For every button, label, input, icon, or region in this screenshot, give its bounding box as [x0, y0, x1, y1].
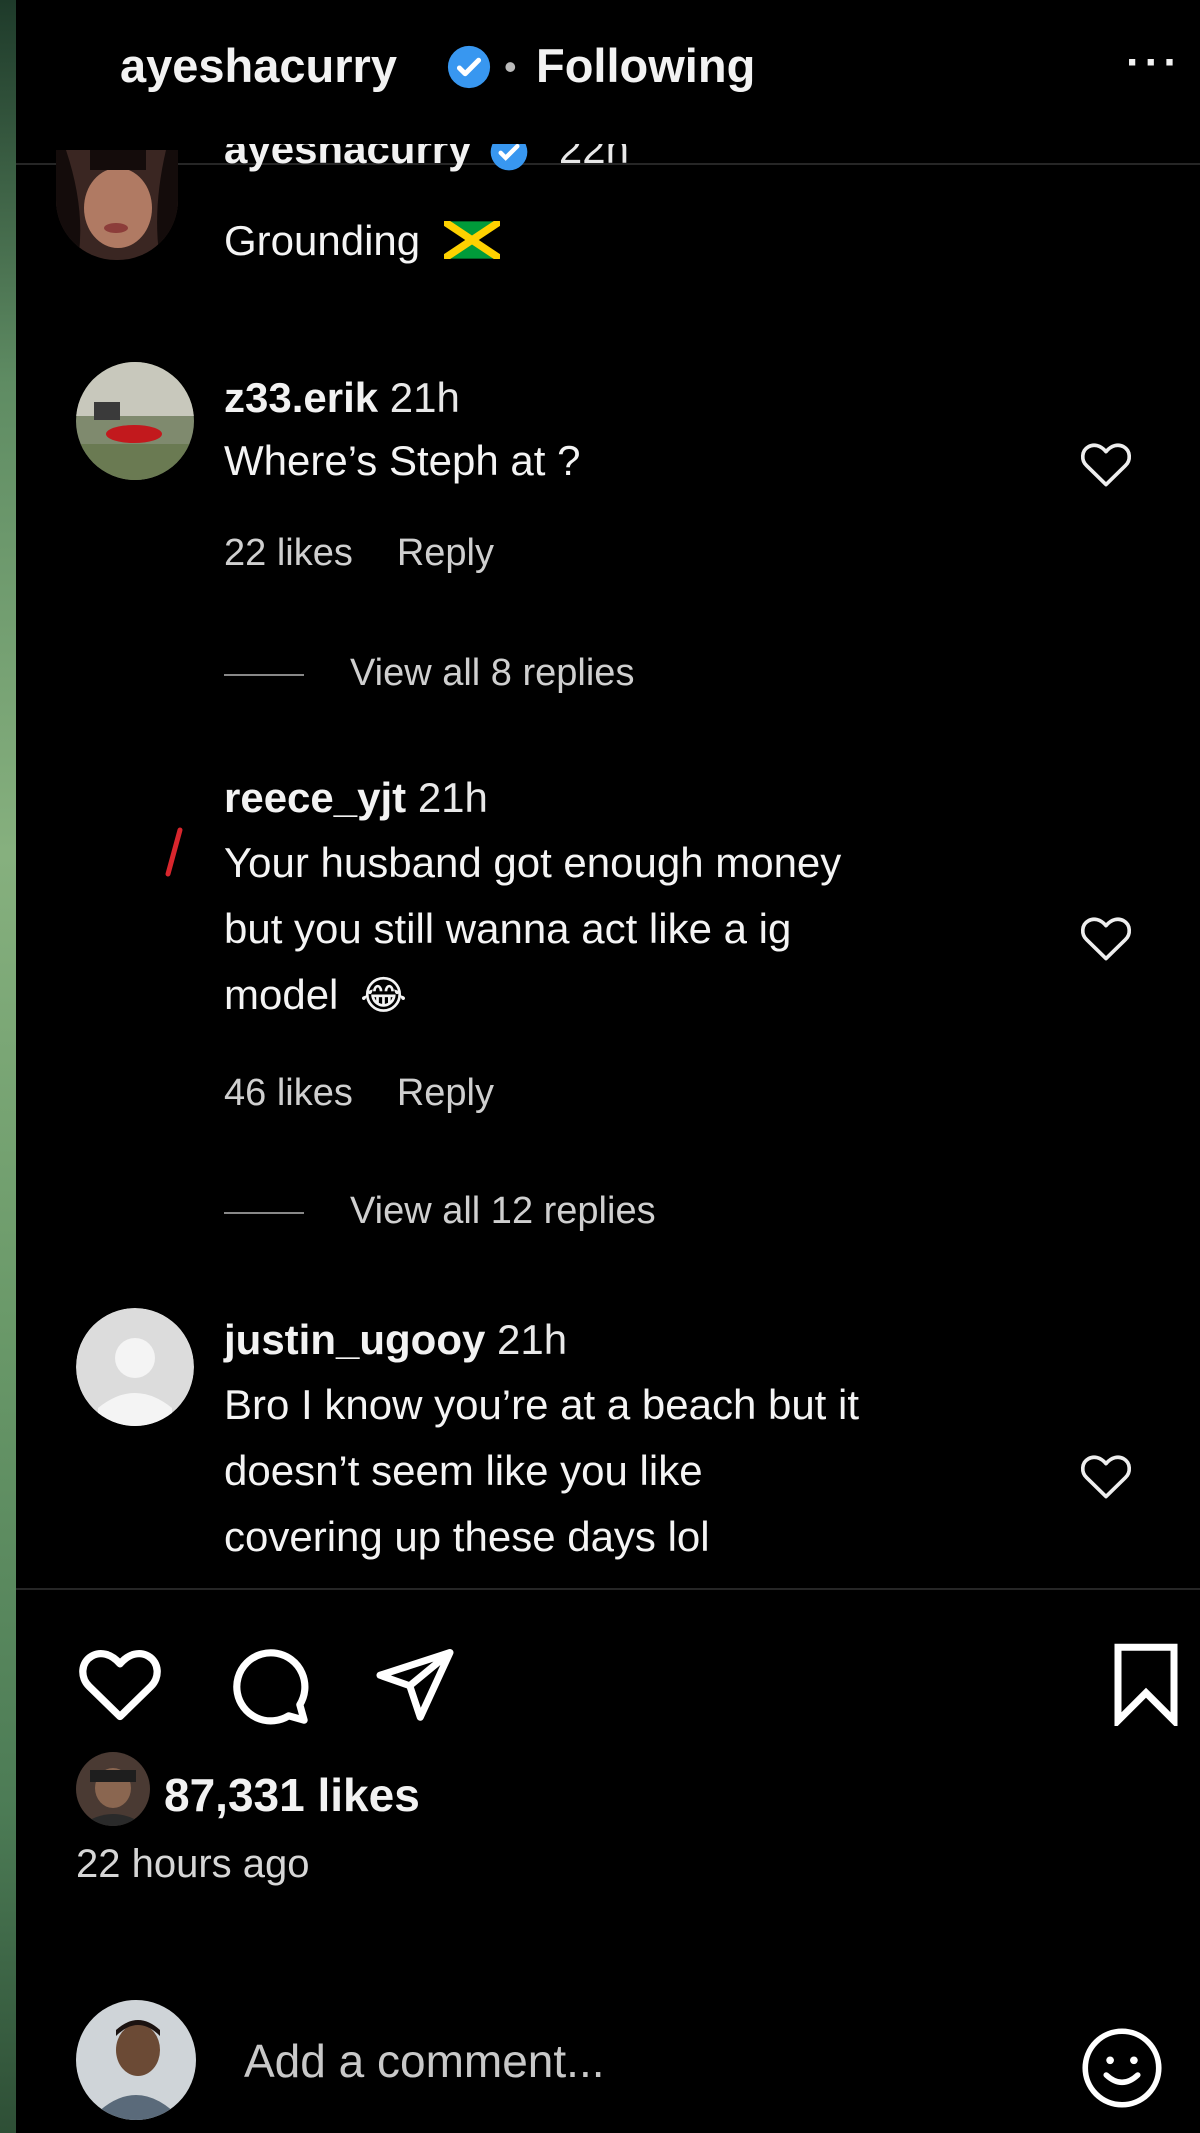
likes-count[interactable]: 87,331 likes — [164, 1768, 420, 1822]
comment-1-view-replies-label[interactable]: View all 8 replies — [350, 652, 634, 694]
smiley-icon[interactable] — [1080, 2026, 1164, 2115]
comment-2-time: 21h — [417, 774, 488, 821]
comment-2-line-last: model 😂 — [224, 962, 841, 1029]
comment-icon[interactable] — [226, 1642, 312, 1733]
comment-1-header: z33.erik 21h — [224, 374, 460, 422]
comment-2-view-replies-label[interactable]: View all 12 replies — [350, 1190, 656, 1232]
share-icon[interactable] — [372, 1642, 458, 1731]
comment-2-view-replies[interactable]: View all 12 replies — [224, 1190, 656, 1233]
replies-divider — [224, 1211, 304, 1214]
comment-2-line: Your husband got enough money — [224, 839, 842, 886]
comment-2-reply-button[interactable]: Reply — [397, 1072, 494, 1114]
comment-avatar-reece-yjt[interactable] — [76, 782, 194, 900]
laughing-emoji-icon: 😂 — [360, 974, 407, 1018]
heart-icon[interactable] — [76, 1642, 164, 1727]
comment-2-likes[interactable]: 46 likes — [224, 1072, 353, 1114]
comment-1-like-heart-icon[interactable] — [1078, 438, 1134, 493]
comments-divider — [16, 1588, 1200, 1590]
post-panel: ayeshacurry • Following ··· ayeshacurry … — [16, 0, 1200, 2133]
comment-3-username[interactable]: justin_ugooy — [224, 1316, 485, 1363]
comment-2-username[interactable]: reece_yjt — [224, 774, 406, 821]
more-options-icon[interactable]: ··· — [1126, 38, 1182, 88]
post-header: ayeshacurry • Following ··· — [16, 0, 1200, 165]
comment-1-reply-button[interactable]: Reply — [397, 532, 494, 574]
comment-1-time: 21h — [389, 374, 460, 421]
comment-1-username[interactable]: z33.erik — [224, 374, 378, 421]
background-photo-edge — [0, 0, 16, 2133]
comment-2-meta: 46 likes Reply — [224, 1072, 538, 1115]
comment-2-line: but you still wanna act like a ig — [224, 905, 792, 952]
comment-avatar-z33-erik[interactable] — [76, 362, 194, 480]
current-user-avatar — [76, 2000, 196, 2120]
jamaica-flag-icon — [441, 218, 502, 262]
comment-1-view-replies[interactable]: View all 8 replies — [224, 652, 634, 695]
comment-1-likes[interactable]: 22 likes — [224, 532, 353, 574]
header-separator: • — [504, 46, 517, 87]
comment-3-line: doesn’t seem like you like — [224, 1447, 703, 1494]
comment-2-like-heart-icon[interactable] — [1078, 912, 1134, 967]
comment-3-time: 21h — [497, 1316, 568, 1363]
comment-2-body: Your husband got enough money but you st… — [224, 830, 841, 1029]
comment-1-body: Where’s Steph at ? — [224, 428, 580, 494]
comment-3-header: justin_ugooy 21h — [224, 1316, 567, 1364]
verified-badge-icon — [446, 44, 492, 95]
caption-text: Grounding — [224, 217, 421, 264]
liked-by-avatar[interactable] — [76, 1752, 150, 1826]
comment-3-like-heart-icon[interactable] — [1078, 1450, 1134, 1505]
caption-text-row: Grounding — [224, 208, 502, 274]
add-comment-input[interactable]: Add a comment... — [244, 2034, 605, 2088]
header-username[interactable]: ayeshacurry — [120, 38, 397, 93]
replies-divider — [224, 673, 304, 676]
comment-3-line: Bro I know you’re at a beach but it — [224, 1381, 860, 1428]
comment-avatar-justin-ugooy[interactable] — [76, 1308, 194, 1426]
comment-3-body: Bro I know you’re at a beach but it does… — [224, 1372, 859, 1570]
comment-1-line: Where’s Steph at ? — [224, 437, 581, 484]
post-timestamp: 22 hours ago — [76, 1842, 310, 1886]
caption-avatar[interactable] — [56, 150, 178, 260]
bookmark-icon[interactable] — [1110, 1642, 1182, 1731]
following-button[interactable]: Following — [536, 38, 755, 93]
comment-2-header: reece_yjt 21h — [224, 774, 488, 822]
comment-1-meta: 22 likes Reply — [224, 532, 538, 575]
comment-2-line: model — [224, 971, 339, 1018]
comment-3-line: covering up these days lol — [224, 1513, 710, 1560]
